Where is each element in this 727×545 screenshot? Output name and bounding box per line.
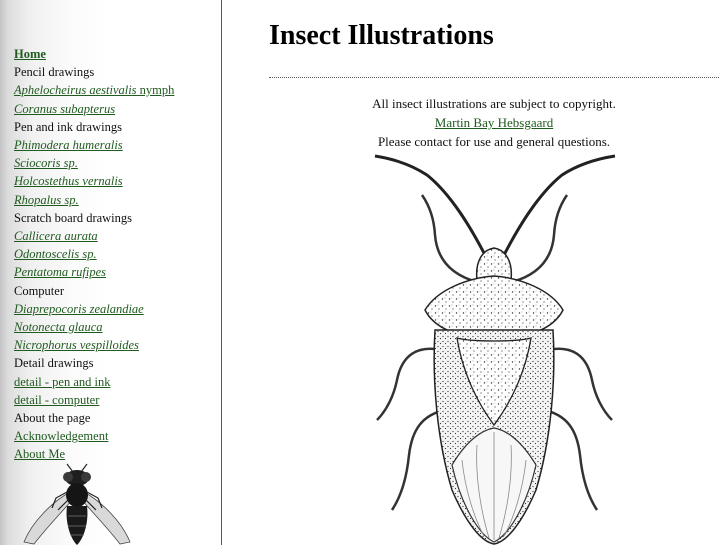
nav-heading-pen: Pen and ink drawings — [14, 119, 122, 134]
nav-link-diaprepocoris[interactable]: Diaprepocoris zealandiae — [14, 302, 144, 316]
author-link[interactable]: Martin Bay Hebsgaard — [435, 115, 553, 130]
nav-link-sciocoris[interactable]: Sciocoris sp. — [14, 156, 78, 170]
contact-text: Please contact for use and general quest… — [377, 134, 611, 149]
nav-link-holcostethus[interactable]: Holcostethus vernalis — [14, 174, 123, 188]
nav-heading-pencil: Pencil drawings — [14, 65, 95, 80]
nav-heading-scratch: Scratch board drawings — [14, 210, 133, 225]
nav-link-aphelocheirus-suffix: nymph — [136, 83, 175, 98]
nav-home-link[interactable]: Home — [14, 47, 46, 61]
nav-link-notonecta[interactable]: Notonecta glauca — [14, 320, 103, 334]
nav-link-phimodera[interactable]: Phimodera humeralis — [14, 138, 123, 152]
nav-link-odontoscelis[interactable]: Odontoscelis sp. — [14, 247, 97, 261]
nav-link-nicrophorus[interactable]: Nicrophorus vespilloides — [14, 338, 139, 352]
nav-link-about-me[interactable]: About Me — [14, 447, 65, 461]
copyright-text: All insect illustrations are subject to … — [372, 96, 616, 111]
nav-link-pentatoma[interactable]: Pentatoma rufipes — [14, 265, 106, 279]
nav-link-detail-computer[interactable]: detail - computer — [14, 393, 99, 407]
nav-heading-computer: Computer — [14, 283, 64, 298]
nav-link-aphelocheirus-name: Aphelocheirus aestivalis — [14, 83, 137, 98]
nav-link-acknowledgement[interactable]: Acknowledgement — [14, 429, 108, 443]
shield-bug-illustration — [374, 154, 616, 545]
nav-link-callicera[interactable]: Callicera aurata — [14, 229, 98, 243]
nav-link-aphelocheirus[interactable]: Aphelocheirus aestivalis nymph — [14, 83, 174, 97]
nav-link-coranus[interactable]: Coranus subapterus — [14, 102, 115, 116]
dotted-divider — [269, 77, 719, 78]
nav-link-detail-pen[interactable]: detail - pen and ink — [14, 375, 111, 389]
page-title: Insect Illustrations — [269, 20, 494, 51]
nav-heading-about: About the page — [14, 411, 91, 426]
sidebar-nav: Home Pencil drawings Aphelocheirus aesti… — [14, 45, 174, 464]
nav-heading-detail: Detail drawings — [14, 356, 94, 371]
fly-illustration — [23, 463, 131, 545]
sidebar: Home Pencil drawings Aphelocheirus aesti… — [0, 0, 222, 545]
nav-link-rhopalus[interactable]: Rhopalus sp. — [14, 193, 79, 207]
copyright-notice: All insect illustrations are subject to … — [269, 94, 719, 151]
